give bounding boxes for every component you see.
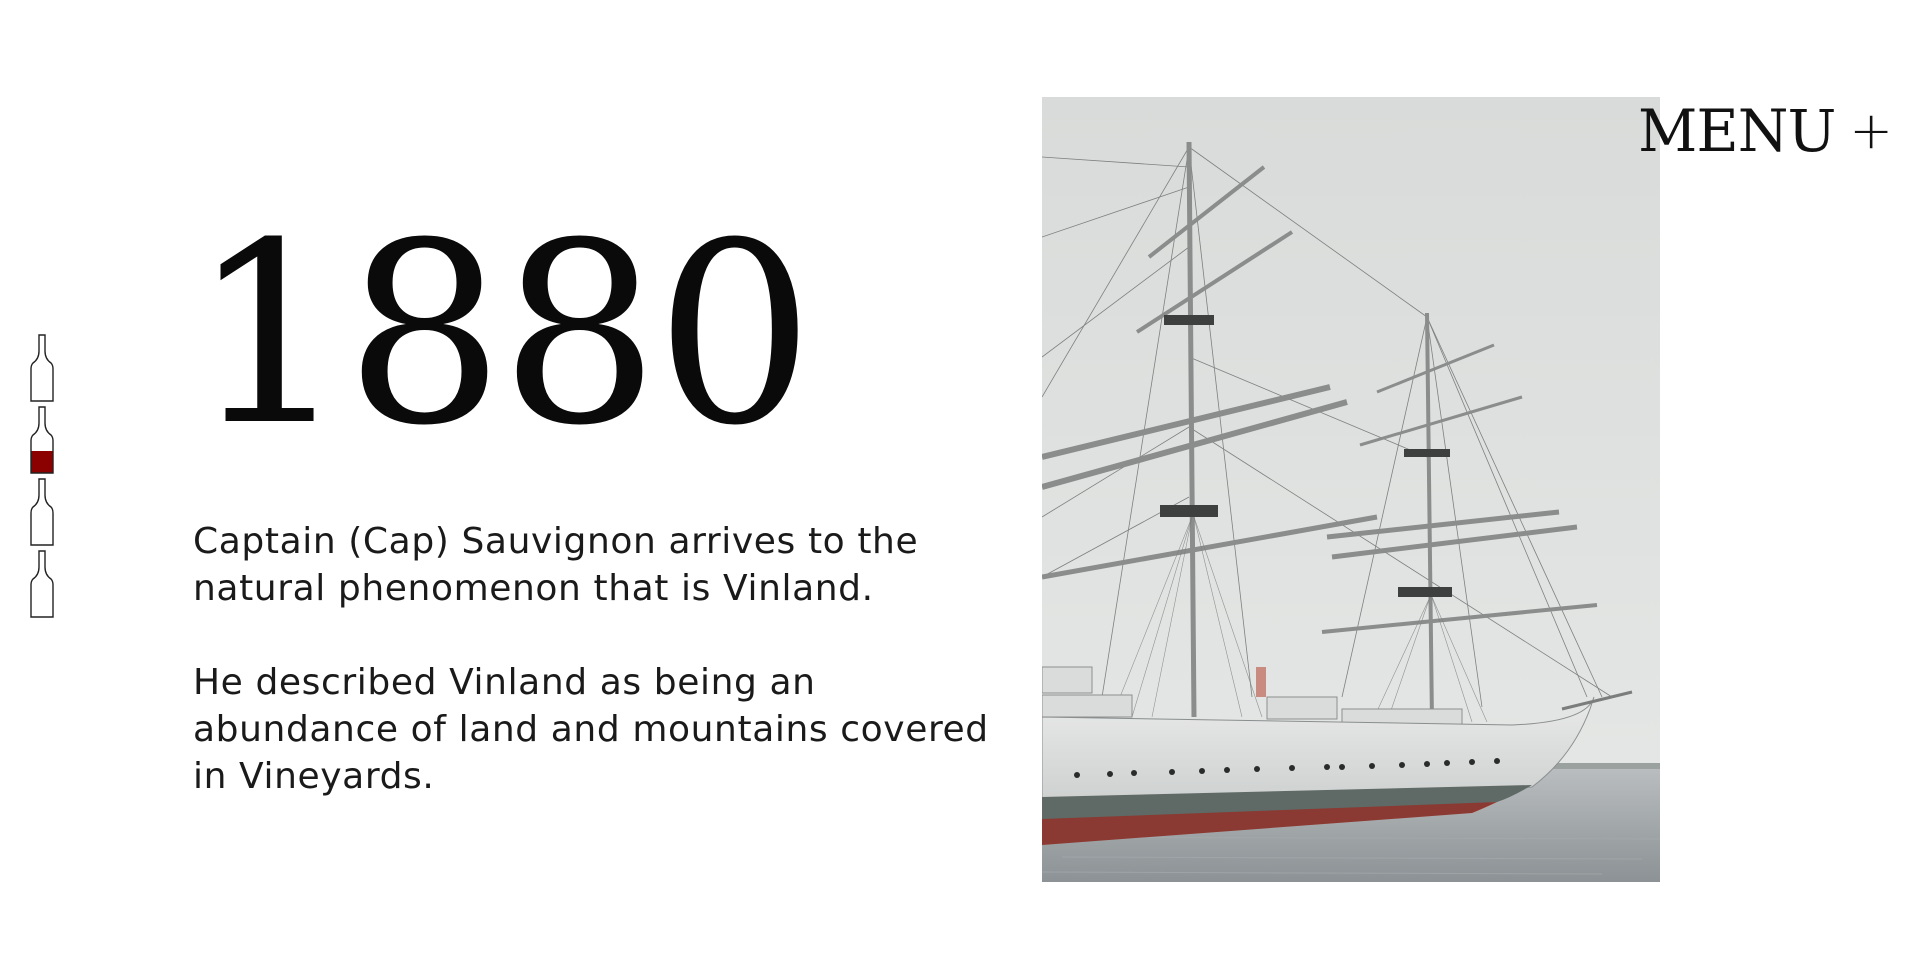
tall-ship-photo xyxy=(1042,97,1660,882)
bottle-nav-item-3[interactable] xyxy=(29,477,55,547)
menu-button[interactable]: MENU + xyxy=(1638,97,1893,165)
story-text: Captain (Cap) Sauvignon arrives to the n… xyxy=(193,518,993,847)
plus-icon: + xyxy=(1849,101,1893,161)
bottle-nav xyxy=(29,333,55,619)
story-paragraph-2: He described Vinland as being an abundan… xyxy=(193,662,989,797)
year-heading: 1880 xyxy=(190,189,814,480)
bottle-nav-item-4[interactable] xyxy=(29,549,55,619)
bottle-nav-item-1[interactable] xyxy=(29,333,55,403)
menu-label: MENU xyxy=(1638,97,1836,165)
story-paragraph-1: Captain (Cap) Sauvignon arrives to the n… xyxy=(193,521,919,609)
bottle-nav-item-2[interactable] xyxy=(29,405,55,475)
